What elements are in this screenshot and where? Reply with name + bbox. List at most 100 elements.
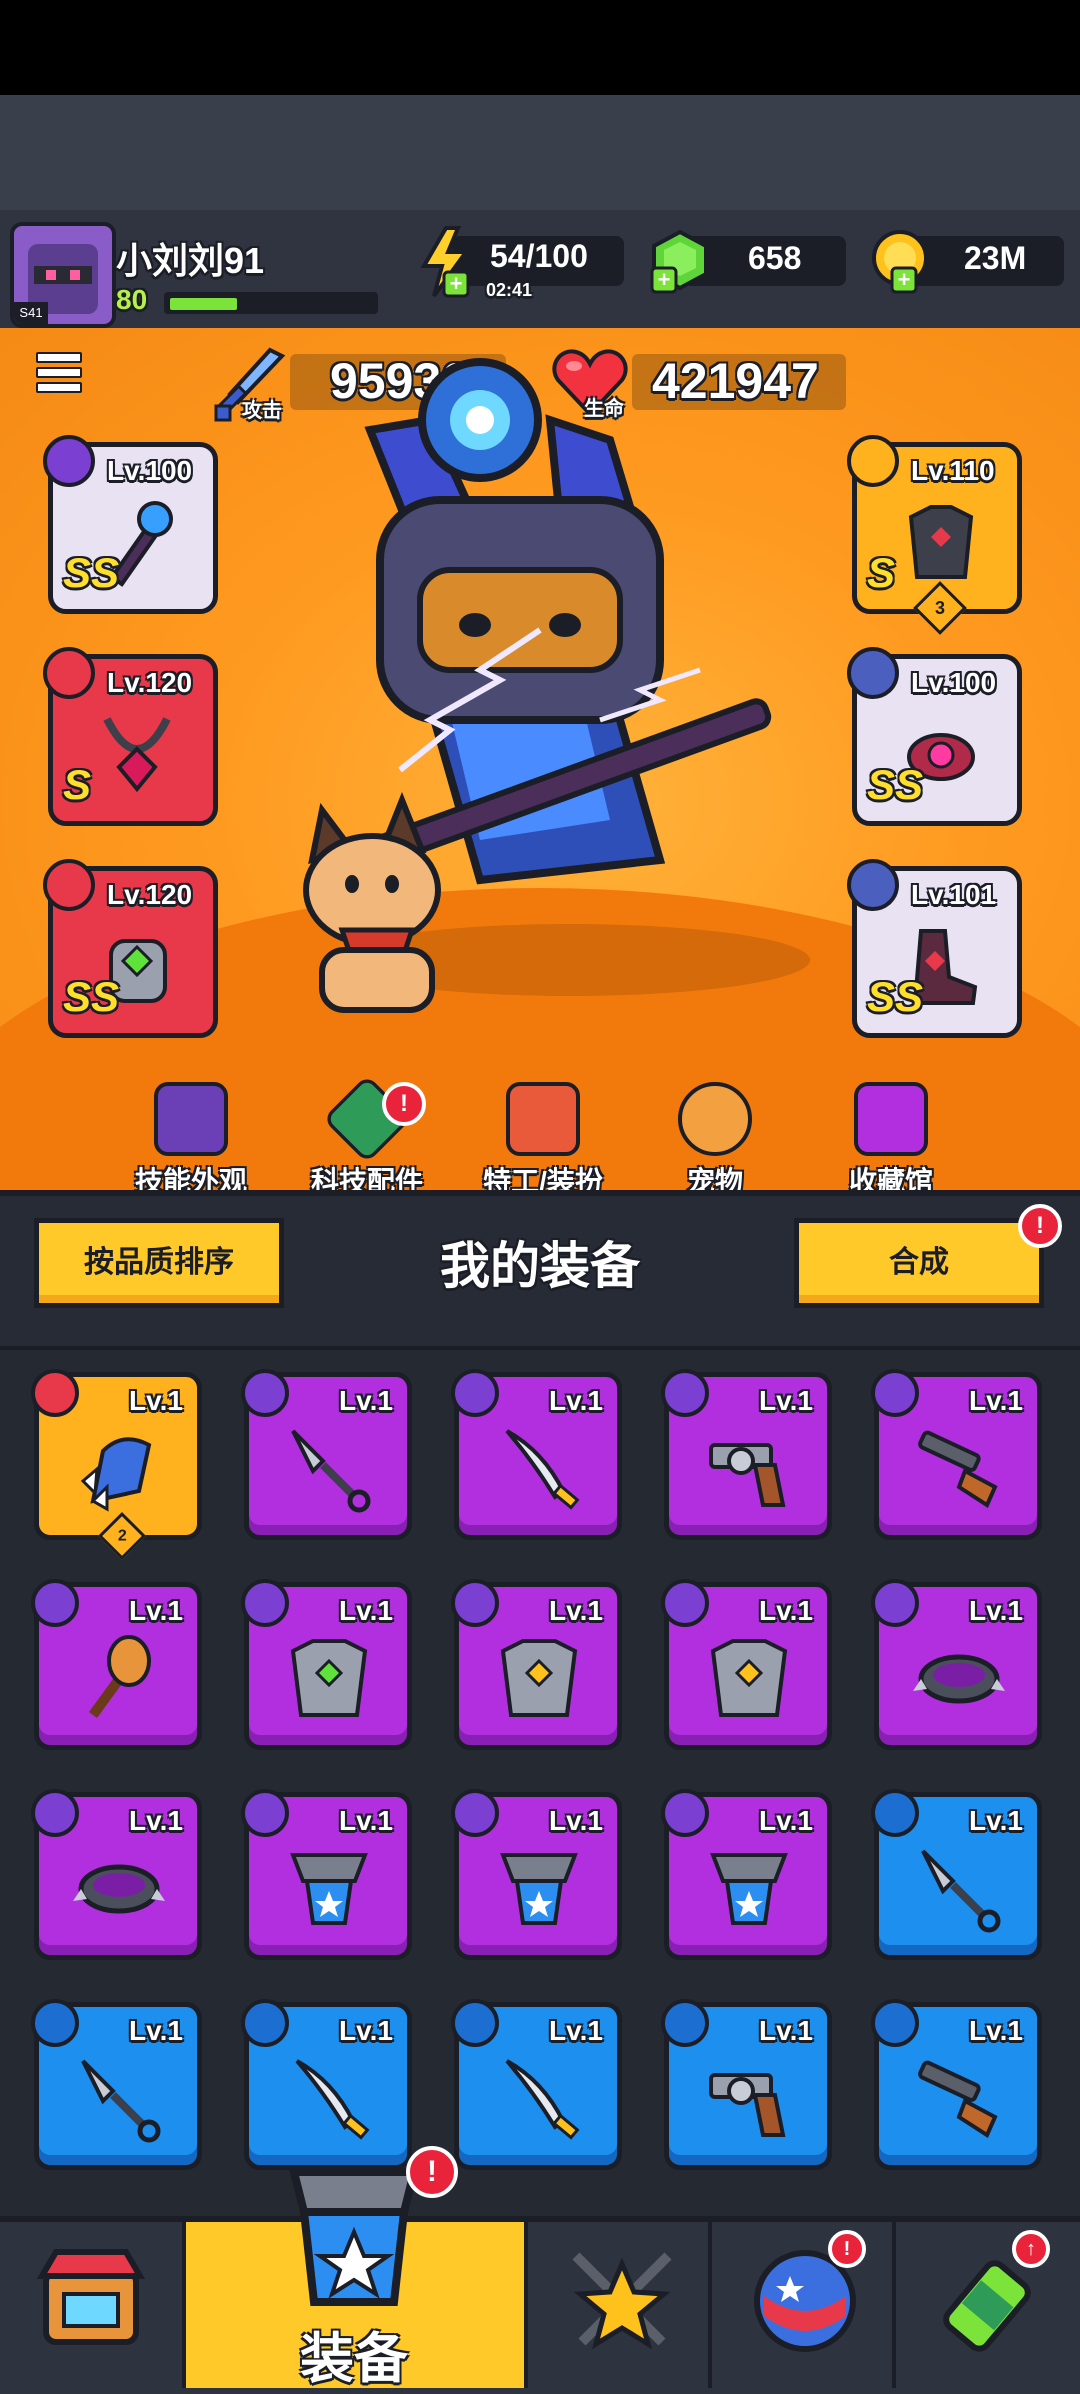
gems-value: 658 [748, 240, 802, 276]
coins-value: 23M [964, 240, 1027, 276]
inventory-item[interactable]: Lv.1 [31, 1579, 202, 1750]
sort-by-quality-button[interactable]: 按品质排序 [34, 1218, 284, 1308]
shotgun-icon [918, 2060, 998, 2138]
necklace-icon [103, 717, 171, 793]
inventory-item[interactable]: Lv.1 2 [31, 1369, 202, 1561]
star-pendant-icon [290, 1853, 368, 1925]
item-level: Lv.1 [969, 1385, 1023, 1416]
energy-timer: 02:41 [486, 280, 533, 300]
green-gem-plus-icon[interactable]: + [650, 228, 714, 296]
inventory-item[interactable]: Lv.1 [661, 1369, 832, 1540]
inventory-item[interactable]: Lv.1 [661, 1579, 832, 1750]
inventory-item[interactable]: Lv.1 [451, 1579, 622, 1750]
nav-tab-equipment[interactable]: 装备 [186, 2168, 528, 2389]
boots-type-icon [847, 859, 899, 911]
dog-pet [303, 791, 441, 1013]
menu-list-icon[interactable] [36, 352, 82, 398]
svg-text:+: + [658, 267, 671, 292]
revolver-icon [709, 2073, 786, 2137]
inventory-item[interactable]: Lv.1 [241, 1999, 412, 2170]
weapon-type-icon [43, 435, 95, 487]
tech-part-alert-badge: ! [382, 1082, 426, 1126]
revolver-icon [709, 1443, 786, 1507]
inventory-item[interactable]: Lv.1 [661, 1789, 832, 1960]
inventory-item[interactable]: Lv.1 [871, 1369, 1042, 1540]
equipped-slot-boots[interactable]: Lv.101 SS [847, 859, 1022, 1038]
inventory-item[interactable]: Lv.1 [871, 1789, 1042, 1960]
star-belt-icon [710, 1853, 788, 1925]
equipped-slot-gauntlet[interactable]: Lv.120 SS [43, 859, 218, 1038]
nav-tab-talents[interactable] [528, 2222, 712, 2388]
inventory-item[interactable]: Lv.1 [31, 1789, 202, 1960]
attack-label: 攻击 [242, 400, 282, 422]
inventory-item[interactable]: Lv.1 [241, 1369, 412, 1540]
star-belt-icon [500, 1853, 578, 1925]
inventory-item[interactable]: Lv.1 [661, 1999, 832, 2170]
gold-coin-plus-icon[interactable]: + [868, 228, 932, 296]
nav-tab-planet[interactable] [712, 2222, 896, 2388]
inventory-item[interactable]: Lv.1 [451, 1369, 622, 1540]
item-type-icon [241, 1369, 289, 1417]
item-level: Lv.1 [759, 2015, 813, 2046]
inventory-title: 我的装备 [440, 1238, 640, 1294]
item-type-icon [451, 1369, 499, 1417]
merge-alert-badge: ! [1018, 1204, 1062, 1248]
sword-icon [505, 1429, 580, 1510]
player-level: 80 [116, 284, 148, 315]
item-level: Lv.1 [759, 1385, 813, 1416]
equipped-slot-ring[interactable]: Lv.100 SS [847, 647, 1022, 826]
feature-agent-costume[interactable]: 特工/装扮 [468, 1082, 618, 1200]
item-level: Lv.1 [549, 2015, 603, 2046]
inventory-item[interactable]: Lv.1 [871, 1579, 1042, 1750]
ring-type-icon [847, 647, 899, 699]
equipped-slot-weapon[interactable]: Lv.100 SS [43, 435, 218, 614]
inventory-item[interactable]: Lv.1 [241, 1579, 412, 1750]
sword-icon [295, 2059, 370, 2140]
item-type-icon [31, 1579, 79, 1627]
pet-icon [678, 1082, 752, 1156]
item-type-icon [241, 1579, 289, 1627]
feature-collection[interactable]: 收藏馆 [816, 1082, 966, 1200]
equipped-slot-armor[interactable]: Lv.110 S 3 [847, 435, 1022, 635]
nav-tab-shop[interactable] [0, 2222, 186, 2388]
armor-type-icon [847, 435, 899, 487]
item-level: Lv.1 [129, 1385, 183, 1416]
feature-pet[interactable]: 宠物 [640, 1082, 790, 1200]
item-level: Lv.1 [759, 1805, 813, 1836]
inventory-item[interactable]: Lv.1 [451, 1999, 622, 2170]
player-name: 小刘刘91 [116, 240, 265, 281]
feature-skill-skin[interactable]: 技能外观 [116, 1082, 266, 1200]
item-level: Lv.1 [129, 2015, 183, 2046]
inventory-item[interactable]: Lv.1 [241, 1789, 412, 1960]
spiked-collar-icon [73, 1864, 165, 1914]
vest-armor-icon [500, 1639, 578, 1717]
item-type-icon [451, 1789, 499, 1837]
title-bar [0, 95, 1080, 210]
item-level: Lv.1 [549, 1385, 603, 1416]
equipped-slot-necklace[interactable]: Lv.120 S [43, 647, 218, 826]
item-type-icon [451, 1579, 499, 1627]
planet-alert-badge: ! [828, 2230, 866, 2268]
torch-staff-icon [88, 1635, 151, 1718]
item-type-icon [31, 1999, 79, 2047]
collection-icon [854, 1082, 928, 1156]
shotgun-icon [918, 1430, 998, 1508]
item-type-icon [661, 1789, 709, 1837]
item-type-icon [661, 1999, 709, 2047]
item-level: Lv.1 [129, 1805, 183, 1836]
xp-bar-fill [170, 298, 237, 310]
inventory-item[interactable]: Lv.1 [451, 1789, 622, 1960]
skill-skin-icon [154, 1082, 228, 1156]
item-level: Lv.1 [549, 1595, 603, 1626]
lightning-plus-icon[interactable]: + [416, 226, 476, 298]
inventory-item[interactable]: Lv.1 [871, 1999, 1042, 2170]
item-type-icon [871, 1789, 919, 1837]
item-level: Lv.1 [969, 1805, 1023, 1836]
player-avatar[interactable]: S41 [10, 222, 116, 328]
merge-button[interactable]: 合成 [794, 1218, 1044, 1308]
inventory-item[interactable]: Lv.1 [31, 1999, 202, 2170]
item-level: Lv.1 [759, 1595, 813, 1626]
kunai-icon [921, 1849, 1001, 1933]
nav-tab-gene[interactable] [896, 2222, 1080, 2388]
item-type-icon [31, 1369, 79, 1417]
